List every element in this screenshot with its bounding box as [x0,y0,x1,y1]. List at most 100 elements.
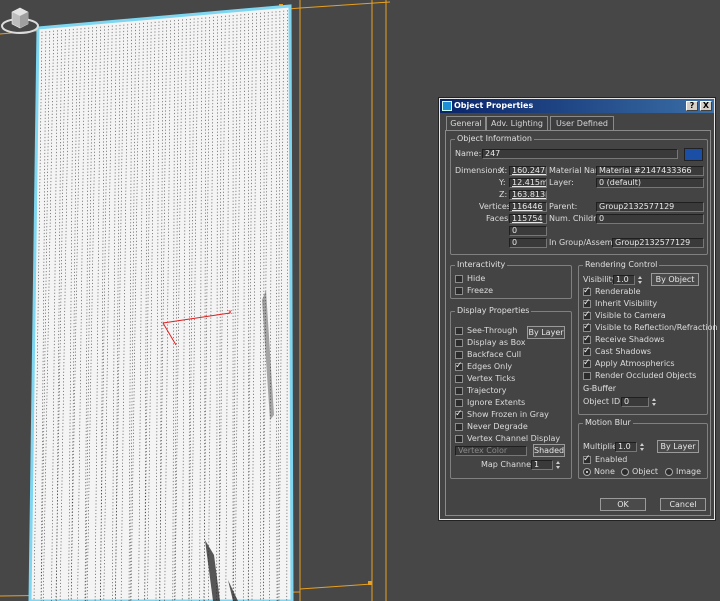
vertex-color-dropdown[interactable]: Vertex Color [455,446,527,456]
x-label: X: [499,166,508,175]
cancel-button[interactable]: Cancel [660,498,706,511]
checkbox-label: Freeze [467,286,494,295]
visible-to-camera-checkbox[interactable]: Visible to Camera [583,310,666,321]
backface-cull-checkbox[interactable]: Backface Cull [455,350,521,360]
show-frozen-in-gray-checkbox[interactable]: Show Frozen in Gray [455,409,549,420]
display-as-box-checkbox[interactable]: Display as Box [455,338,526,348]
dialog-titlebar[interactable]: Object Properties ? X [440,99,714,113]
group-label: Object Information [455,134,534,144]
render-occluded-objects-checkbox[interactable]: Render Occluded Objects [583,371,696,381]
motion-blur-enabled-checkbox[interactable]: Enabled [583,454,628,465]
y-label: Y: [499,178,506,187]
vertex-ticks-checkbox[interactable]: Vertex Ticks [455,374,515,384]
radio-dot [621,468,629,476]
dimension-x-value: 160.247mm [509,166,547,176]
checkbox-box [583,454,591,464]
apply-atmospherics-checkbox[interactable]: Apply Atmospherics [583,358,675,369]
max-app-icon [442,101,452,111]
object-id-spinner[interactable] [651,397,657,407]
checkbox-label: Enabled [595,455,628,464]
see-through-checkbox[interactable]: See-Through [455,326,517,336]
help-button[interactable]: ? [686,101,698,111]
checkbox-label: Vertex Channel Display [467,434,561,443]
tab-user-defined[interactable]: User Defined [550,116,614,130]
blur-none-radio[interactable]: None [583,467,615,477]
object-id-label: Object ID: [583,397,623,406]
num-children-value: 0 [596,214,704,224]
hide-checkbox[interactable]: Hide [455,274,485,284]
checkbox-label: Visible to Camera [595,311,666,320]
name-label: Name: [455,149,482,158]
parent-value: Group2132577129 [596,202,704,212]
display-by-layer-button[interactable]: By Layer [527,326,565,339]
checkbox-label: Vertex Ticks [467,374,516,383]
checkbox-label: Ignore Extents [467,398,526,407]
receive-shadows-checkbox[interactable]: Receive Shadows [583,334,665,345]
visibility-spinner[interactable] [637,275,643,285]
visibility-input[interactable]: 1.0 [613,275,635,285]
viewcube-icon[interactable] [0,0,40,36]
checkbox-box [455,435,463,443]
never-degrade-checkbox[interactable]: Never Degrade [455,422,528,432]
motion-blur-group: Motion Blur Multiplier: 1.0 By Layer Ena… [578,418,708,479]
blur-image-radio[interactable]: Image [665,467,701,477]
vertex-channel-display-checkbox[interactable]: Vertex Channel Display [455,434,560,444]
general-tab-panel: Object Information Name: 247 Dimensions:… [445,130,718,516]
blur-object-radio[interactable]: Object [621,467,658,477]
shaded-button[interactable]: Shaded [533,444,565,457]
checkbox-box [455,327,463,335]
material-name-value: Material #2147433366 [596,166,704,176]
checkbox-box [455,409,463,419]
interactivity-group: Interactivity Hide Freeze [450,260,572,299]
checkbox-label: Apply Atmospherics [595,359,675,368]
blank-info-field-1: 0 [509,226,547,236]
layer-value: 0 (default) [596,178,704,188]
checkbox-label: Backface Cull [467,350,522,359]
freeze-checkbox[interactable]: Freeze [455,286,493,296]
checkbox-label: Inherit Visibility [595,299,658,308]
renderable-checkbox[interactable]: Renderable [583,286,641,297]
checkbox-label: Render Occluded Objects [595,371,697,380]
object-color-swatch[interactable] [684,148,703,161]
dialog-title: Object Properties [454,101,534,110]
map-channel-input[interactable]: 1 [531,460,553,470]
checkbox-label: Receive Shadows [595,335,665,344]
by-object-button[interactable]: By Object [651,273,699,286]
radio-dot [583,468,591,476]
name-input[interactable]: 247 [482,149,678,159]
radio-label: Object [632,467,659,476]
in-group-value: Group2132577129 [612,238,704,248]
blank-info-field-2: 0 [509,238,547,248]
object-id-input[interactable]: 0 [621,397,649,407]
edges-only-checkbox[interactable]: Edges Only [455,361,513,372]
checkbox-box [455,287,463,295]
ignore-extents-checkbox[interactable]: Ignore Extents [455,398,525,408]
checkbox-label: Show Frozen in Gray [467,410,549,419]
checkbox-box [583,346,591,356]
checkbox-label: Visible to Reflection/Refraction [595,323,718,332]
group-label: Motion Blur [583,418,633,428]
trajectory-checkbox[interactable]: Trajectory [455,386,507,396]
checkbox-label: Display as Box [467,338,526,347]
display-properties-group: Display Properties See-Through Display as… [450,306,572,479]
checkbox-box [455,387,463,395]
tab-general[interactable]: General [446,116,486,131]
checkbox-box [455,351,463,359]
motion-blur-by-layer-button[interactable]: By Layer [657,440,699,453]
ok-button[interactable]: OK [600,498,646,511]
multiplier-input[interactable]: 1.0 [615,442,637,452]
close-button[interactable]: X [700,101,712,111]
checkbox-box [455,423,463,431]
cast-shadows-checkbox[interactable]: Cast Shadows [583,346,651,357]
checkbox-label: Trajectory [467,386,507,395]
gbuffer-label: G-Buffer [583,384,617,393]
tab-adv-lighting[interactable]: Adv. Lighting [486,116,548,130]
checkbox-label: Edges Only [467,362,513,371]
visible-to-reflection-refraction-checkbox[interactable]: Visible to Reflection/Refraction [583,322,718,333]
inherit-visibility-checkbox[interactable]: Inherit Visibility [583,298,658,309]
faces-value: 115754 [509,214,547,224]
radio-label: None [594,467,615,476]
map-channel-spinner[interactable] [555,460,561,470]
multiplier-spinner[interactable] [639,442,645,452]
map-channel-label: Map Channel: [481,460,536,469]
